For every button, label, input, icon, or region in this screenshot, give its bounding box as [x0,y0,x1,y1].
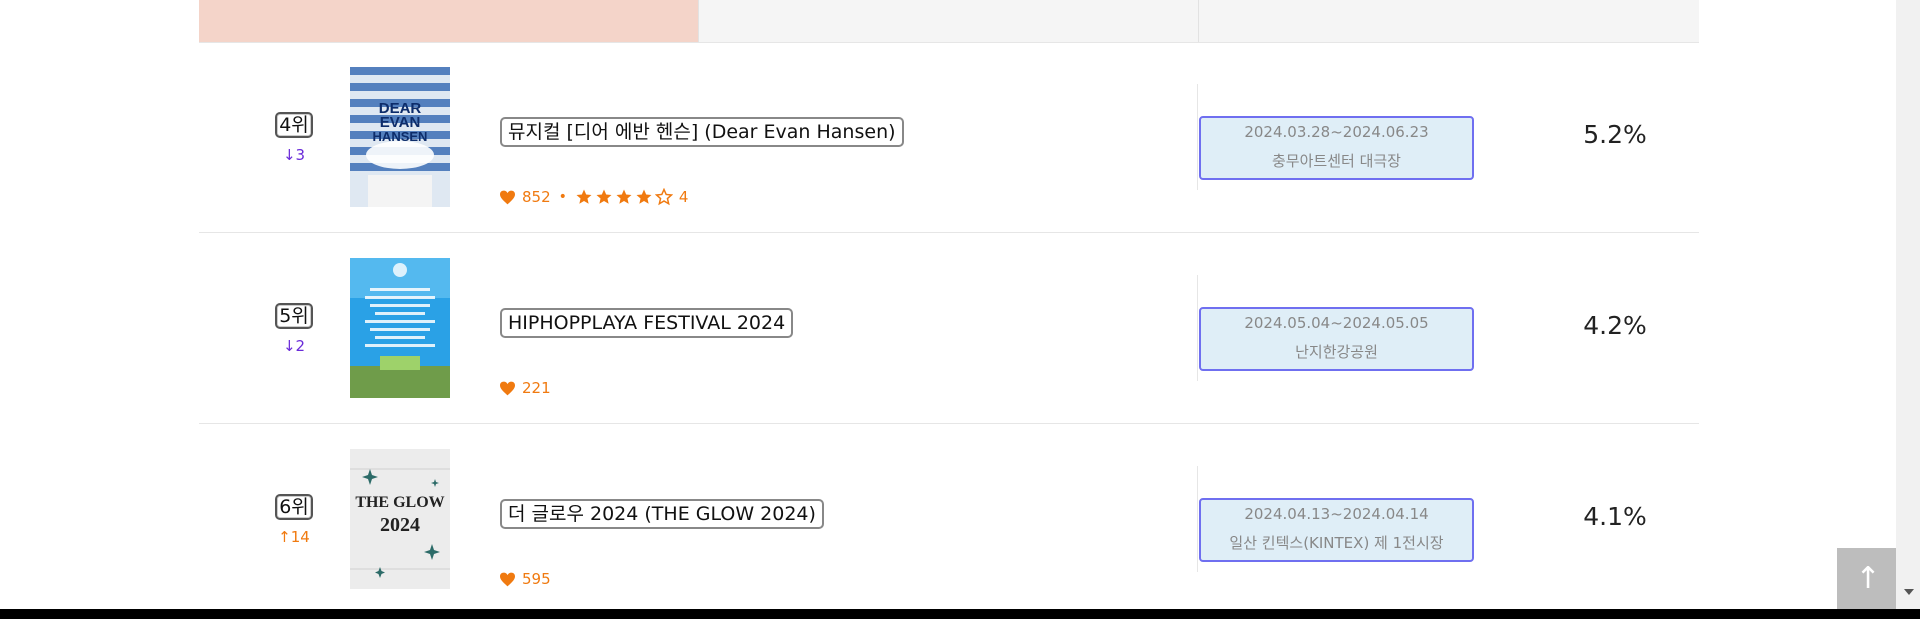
event-title-link[interactable]: 뮤지컬 [디어 에반 헨슨] (Dear Evan Hansen) [500,117,904,147]
like-count: 595 [522,570,551,588]
star-empty-icon [654,188,673,206]
vertical-scrollbar[interactable] [1896,0,1920,619]
rank-cell: 6위 ↑14 [259,494,329,546]
event-meta: 852 • 4 [499,188,688,206]
event-meta: 221 [499,379,551,397]
ranking-row[interactable]: 4위 ↓3 DEAR EVAN HANSEN 뮤지컬 [디어 에반 헨슨] (D… [199,42,1699,233]
rank-number: 6위 [275,494,313,520]
table-header-strip [199,0,1700,43]
scroll-down-arrow-icon[interactable] [1904,589,1914,595]
booking-share: 5.2% [1583,120,1647,149]
event-date: 2024.03.28~2024.06.23 [1244,123,1429,141]
svg-text:THE GLOW: THE GLOW [355,494,444,511]
separator-dot: • [558,189,567,205]
schedule-venue-box: 2024.04.13~2024.04.14 일산 킨텍스(KINTEX) 제 1… [1199,498,1474,562]
schedule-venue-box: 2024.05.04~2024.05.05 난지한강공원 [1199,307,1474,371]
rating-value: 4 [678,188,689,206]
poster-image[interactable] [350,258,450,398]
poster-image[interactable]: DEAR EVAN HANSEN [350,67,450,207]
schedule-venue-box: 2024.03.28~2024.06.23 충무아트센터 대극장 [1199,116,1474,180]
event-meta: 595 [499,570,551,588]
scroll-to-top-button[interactable]: ↑ [1837,548,1899,610]
event-date: 2024.05.04~2024.05.05 [1244,314,1429,332]
header-cell [1198,0,1700,42]
header-cell-highlight [199,0,698,42]
booking-share: 4.1% [1583,502,1647,531]
star-filled-icon [636,189,652,204]
rank-number: 5위 [275,303,313,329]
ranking-row[interactable]: 6위 ↑14 THE GLOW 2024 더 글로우 2024 (THE GLO… [199,424,1699,614]
star-filled-icon [576,189,592,204]
like-count: 221 [522,379,551,397]
event-venue: 난지한강공원 [1295,343,1378,361]
bottom-bar [0,609,1920,619]
rank-cell: 5위 ↓2 [259,303,329,355]
rating-stars [575,188,673,206]
event-title-link[interactable]: HIPHOPPLAYA FESTIVAL 2024 [500,308,794,338]
star-filled-icon [596,189,612,204]
heart-icon [500,190,515,204]
rank-cell: 4위 ↓3 [259,112,329,164]
poster-image[interactable]: THE GLOW 2024 [350,449,450,589]
event-venue: 충무아트센터 대극장 [1272,152,1401,170]
event-venue: 일산 킨텍스(KINTEX) 제 1전시장 [1229,534,1444,552]
svg-text:HANSEN: HANSEN [373,129,428,144]
ranking-row[interactable]: 5위 ↓2 HIPHOPPLAYA FESTIVAL 2024 221 2024… [199,233,1699,424]
star-filled-icon [616,189,632,204]
like-count: 852 [522,188,551,206]
column-divider [1197,275,1198,381]
rank-change: ↑14 [278,528,310,546]
heart-icon [500,572,515,586]
rank-number: 4위 [275,112,313,138]
event-date: 2024.04.13~2024.04.14 [1244,505,1429,523]
booking-share: 4.2% [1583,311,1647,340]
heart-icon [500,381,515,395]
rank-change: ↓3 [282,146,306,164]
column-divider [1197,84,1198,190]
event-title-link[interactable]: 더 글로우 2024 (THE GLOW 2024) [500,499,824,529]
rank-change: ↓2 [282,337,306,355]
header-cell [697,0,1199,42]
column-divider [1197,466,1198,572]
svg-text:2024: 2024 [380,514,420,536]
